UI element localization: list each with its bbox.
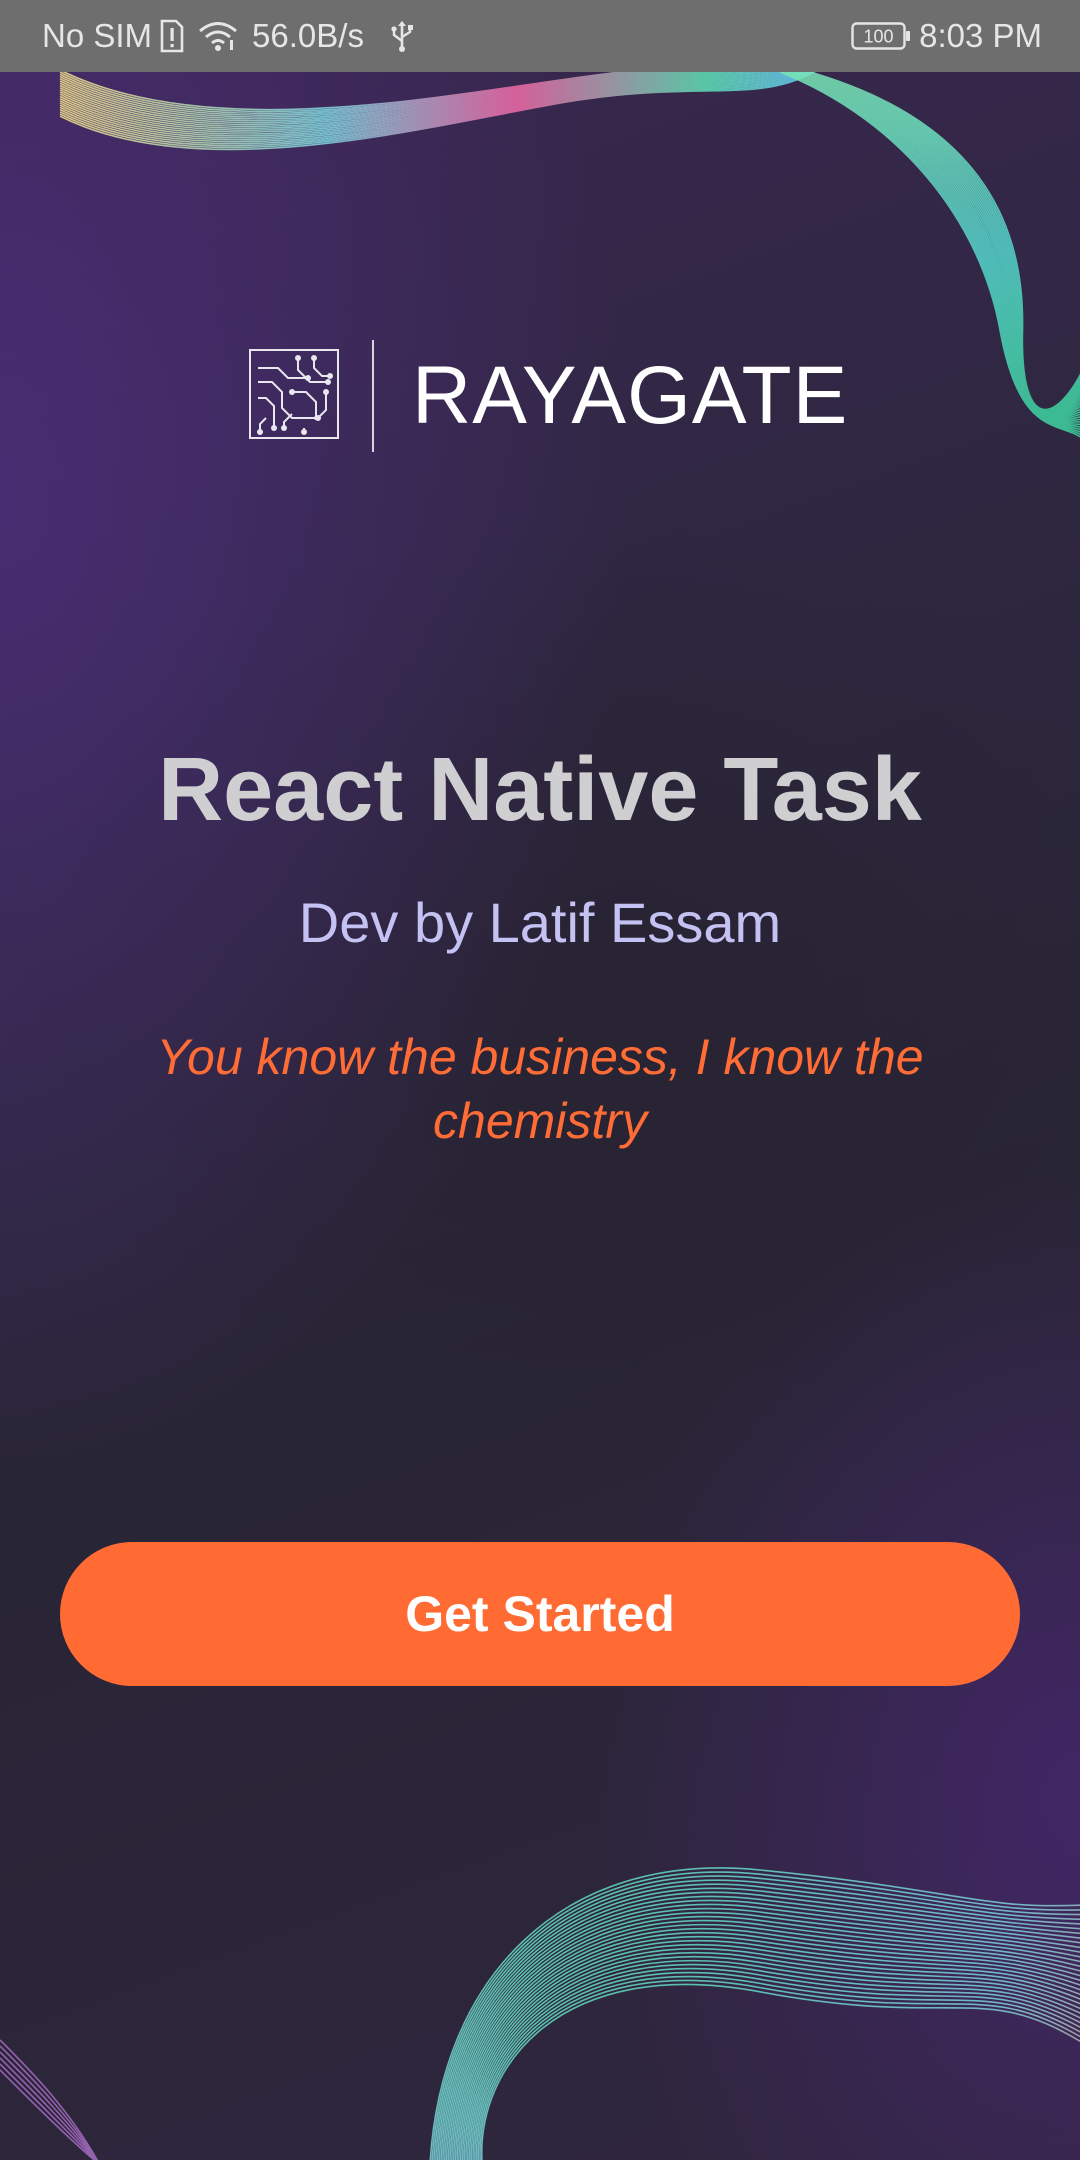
tagline: You know the business, I know the chemis… bbox=[156, 1029, 924, 1149]
page-title: React Native Task bbox=[158, 740, 922, 840]
brand-name: RAYAGATE bbox=[412, 350, 849, 441]
circuit-board-icon bbox=[248, 348, 340, 444]
wave-line bbox=[809, 71, 1080, 411]
battery-icon: 100 bbox=[851, 21, 911, 51]
brand-logo: RAYAGATE bbox=[248, 340, 848, 452]
clock: 8:03 PM bbox=[919, 17, 1042, 54]
wave-line bbox=[475, 1971, 1080, 2160]
wave-line bbox=[458, 1931, 1080, 2160]
status-bar: No SIM 56.0B/s 100 8:03 PM bbox=[0, 0, 1080, 72]
battery-level: 100 bbox=[864, 27, 894, 47]
carrier-text: No SIM bbox=[42, 17, 153, 54]
wave-line bbox=[0, 2051, 98, 2160]
wave-line bbox=[479, 1979, 1080, 2160]
developer-credit: Dev by Latif Essam bbox=[298, 891, 782, 954]
usb-icon bbox=[390, 19, 414, 53]
wave-line bbox=[477, 1975, 1080, 2160]
get-started-button[interactable]: Get Started bbox=[60, 1542, 1020, 1686]
network-speed: 56.0B/s bbox=[252, 17, 364, 54]
sim-alert-icon bbox=[160, 19, 184, 53]
logo-divider bbox=[372, 340, 374, 452]
wifi-icon bbox=[198, 20, 238, 52]
wave-line bbox=[808, 71, 1080, 411]
wave-line bbox=[465, 1948, 1080, 2160]
splash-screen: No SIM 56.0B/s 100 8:03 PM RAYAGATE Reac… bbox=[0, 0, 1080, 2160]
wave-line bbox=[807, 71, 1080, 412]
wave-line bbox=[480, 1983, 1080, 2160]
